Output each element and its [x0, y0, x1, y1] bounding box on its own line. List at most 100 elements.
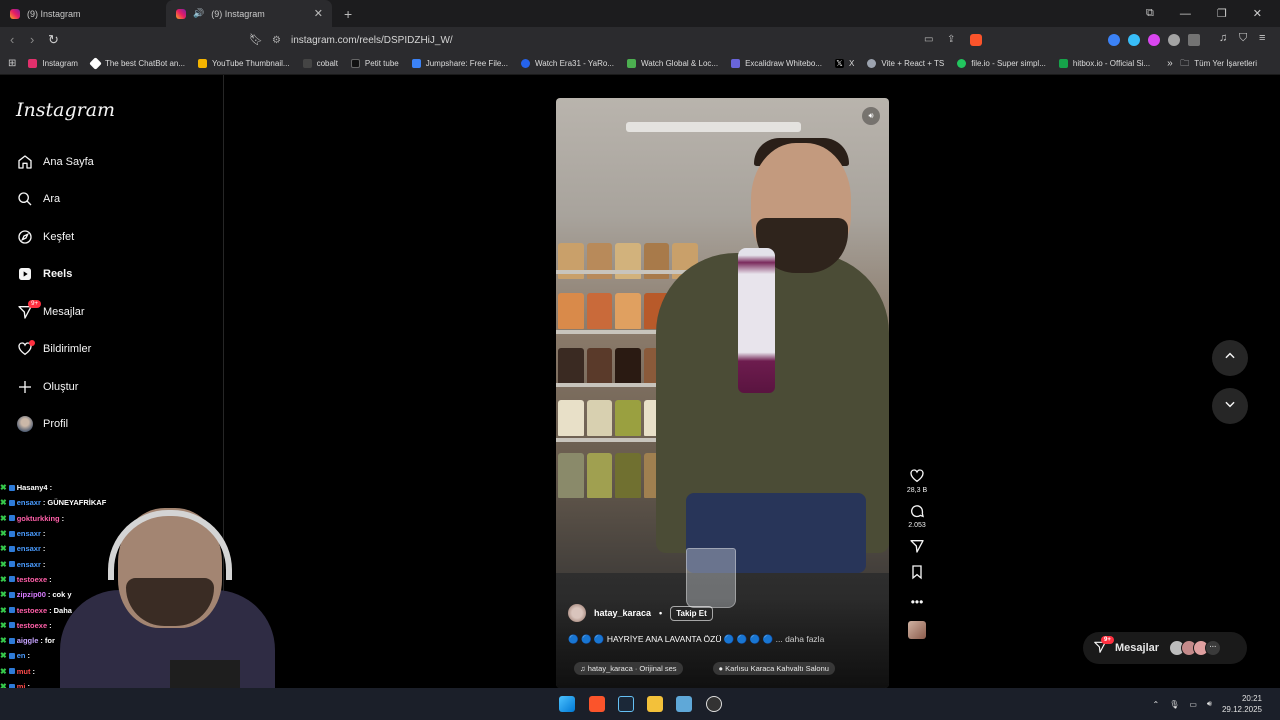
sidebar-icon[interactable] — [1188, 34, 1200, 46]
chevron-up-icon[interactable]: ⌃ — [1152, 700, 1159, 709]
sidebar-item-create[interactable]: Oluştur — [16, 374, 78, 400]
back-icon[interactable]: ‹ — [10, 32, 14, 47]
bookmark-item[interactable]: hitbox.io - Official Si... — [1058, 59, 1150, 68]
close-window-button[interactable]: ✕ — [1253, 7, 1262, 20]
network-icon[interactable]: ▭ — [1189, 700, 1197, 709]
music-icon[interactable]: ♫ — [1219, 32, 1227, 44]
extension-icon[interactable] — [1108, 34, 1120, 46]
username-link[interactable]: hatay_karaca — [594, 608, 651, 618]
tab-title: (9) Instagram — [27, 8, 81, 19]
clock[interactable]: 20:21 29.12.2025 — [1222, 693, 1262, 715]
avatar[interactable] — [568, 604, 586, 622]
reload-icon[interactable]: ↻ — [48, 32, 59, 48]
forward-icon[interactable]: › — [30, 32, 34, 47]
sidebar-item-home[interactable]: Ana Sayfa — [16, 149, 94, 175]
clock-time: 20:21 — [1241, 694, 1262, 703]
more-options-button[interactable]: ••• — [903, 593, 931, 611]
minimize-button[interactable]: — — [1180, 8, 1191, 20]
follow-button[interactable]: Takip Et — [670, 605, 713, 621]
previous-reel-button[interactable] — [1212, 340, 1248, 376]
restore-button[interactable]: ❐ — [1217, 7, 1227, 20]
sidebar-item-label: Reels — [43, 268, 73, 280]
bookmark-item[interactable]: Jumpshare: Free File... — [411, 59, 508, 68]
vpn-icon[interactable]: ⛉ — [1239, 32, 1247, 45]
browser-tab[interactable]: (9) Instagram — [0, 0, 166, 27]
steam-icon[interactable] — [618, 696, 634, 712]
save-button[interactable] — [903, 563, 931, 581]
site-settings-icon[interactable]: ⚙︎ — [272, 35, 281, 46]
comment-button[interactable]: 2.053 — [903, 502, 931, 529]
messages-pill[interactable]: 9+ Mesajlar ··· — [1083, 632, 1247, 664]
brave-shield-icon[interactable] — [970, 34, 982, 46]
chat-badge-icon — [8, 561, 15, 568]
messages-label: Mesajlar — [1115, 642, 1160, 654]
volume-icon[interactable]: 🔊︎ — [1207, 699, 1212, 709]
file-explorer-icon[interactable] — [647, 696, 663, 712]
instagram-logo[interactable]: Instagram — [16, 99, 115, 121]
bookmark-icon[interactable]: 🔖︎ — [249, 33, 263, 46]
bookmarks-overflow-button[interactable]: » — [1167, 58, 1173, 69]
chat-text: for — [44, 636, 55, 646]
sound-toggle-icon[interactable]: 🔊︎ — [862, 107, 880, 125]
reel-author: hatay_karaca • Takip Et — [568, 604, 713, 622]
cast-icon[interactable]: ▭ — [924, 34, 933, 45]
reel-video[interactable]: 🔊︎ hatay_karaca • Takip Et 🔵 🔵 🔵 HAYRİYE… — [556, 98, 889, 688]
more-link[interactable]: ... daha fazla — [776, 634, 825, 644]
like-button[interactable]: 28,3 B — [903, 467, 931, 494]
sidebar-item-notifications[interactable]: Bildirimler — [16, 336, 91, 362]
microphone-icon[interactable]: 🎙︎ — [1169, 700, 1179, 709]
new-tab-button[interactable]: + — [344, 6, 352, 22]
chat-badge-icon: ✖ — [0, 544, 7, 554]
sidebar-item-reels[interactable]: Reels — [16, 261, 72, 287]
share-icon[interactable]: ⇪ — [947, 34, 955, 45]
reels-icon — [16, 266, 33, 283]
chat-badge-icon: ✖ — [0, 529, 7, 539]
sidebar-item-explore[interactable]: Keşfet — [16, 224, 74, 250]
extension-icon[interactable] — [1148, 34, 1160, 46]
all-bookmarks-folder[interactable]: 🗀 Tüm Yer İşaretleri — [1180, 56, 1257, 72]
bookmark-item[interactable]: The best ChatBot an... — [89, 57, 185, 70]
app-icon[interactable] — [676, 696, 692, 712]
audio-thumbnail[interactable] — [908, 621, 926, 639]
bookmark-item[interactable]: Instagram — [28, 59, 78, 68]
sidebar-item-search[interactable]: Ara — [16, 186, 60, 212]
bookmark-favicon-icon — [520, 59, 530, 68]
chat-badge-icon: ✖ — [0, 666, 7, 676]
bookmark-item[interactable]: 𝕏X — [834, 59, 854, 68]
extension-icon[interactable] — [1128, 34, 1140, 46]
bookmark-label: Excalidraw Whitebo... — [745, 59, 822, 68]
bookmark-item[interactable]: Petit tube — [350, 59, 399, 68]
separator-dot: • — [659, 608, 663, 618]
share-button[interactable] — [903, 537, 931, 555]
bookmark-item[interactable]: cobalt — [302, 59, 338, 68]
audio-link[interactable]: ♫ hatay_karaca · Orijinal ses — [574, 662, 683, 675]
sidebar-item-profile[interactable]: Profil — [16, 411, 68, 437]
location-link[interactable]: ● Karlısu Karaca Kahvaltı Salonu — [712, 662, 835, 675]
url-field[interactable]: ⚙︎ instagram.com/reels/DSPIDZHiJ_W/ — [272, 31, 992, 49]
close-tab-icon[interactable]: ✕ — [314, 7, 323, 20]
bookmark-item[interactable]: Watch Era31 - YaRo... — [520, 59, 614, 68]
location-pin-icon: ● — [718, 664, 724, 673]
bookmark-item[interactable]: Excalidraw Whitebo... — [731, 59, 822, 68]
bookmark-item[interactable]: Vite + React + TS — [867, 59, 944, 68]
bookmark-label: Instagram — [42, 59, 78, 68]
extension-icon[interactable] — [1168, 34, 1180, 46]
speaker-icon[interactable]: 🔊 — [193, 8, 204, 19]
start-icon[interactable] — [559, 696, 575, 712]
sidebar-item-messages[interactable]: 9+ Mesajlar — [16, 299, 85, 325]
next-reel-button[interactable] — [1212, 388, 1248, 424]
browser-tab-active[interactable]: 🔊 (9) Instagram ✕ — [166, 0, 332, 27]
bookmark-label: Watch Era31 - YaRo... — [534, 59, 614, 68]
reel-caption: 🔵 🔵 🔵 HAYRİYE ANA LAVANTA ÖZÜ 🔵 🔵 🔵 🔵 ..… — [568, 634, 824, 645]
home-icon — [16, 154, 33, 171]
apps-grid-icon[interactable]: ⊞ — [8, 58, 16, 69]
chat-message: ✖ ensaxr : GÜNEYAFRİKAF — [0, 495, 130, 510]
instagram-favicon-icon — [10, 8, 20, 19]
brave-icon[interactable] — [589, 696, 605, 712]
menu-icon[interactable]: ≡ — [1259, 32, 1265, 44]
extensions-icon[interactable]: ⧉ — [1146, 7, 1154, 20]
bookmark-item[interactable]: YouTube Thumbnail... — [198, 59, 290, 68]
app-icon[interactable] — [706, 696, 722, 712]
bookmark-item[interactable]: file.io - Super simpl... — [957, 59, 1046, 68]
bookmark-item[interactable]: Watch Global & Loc... — [626, 59, 718, 68]
